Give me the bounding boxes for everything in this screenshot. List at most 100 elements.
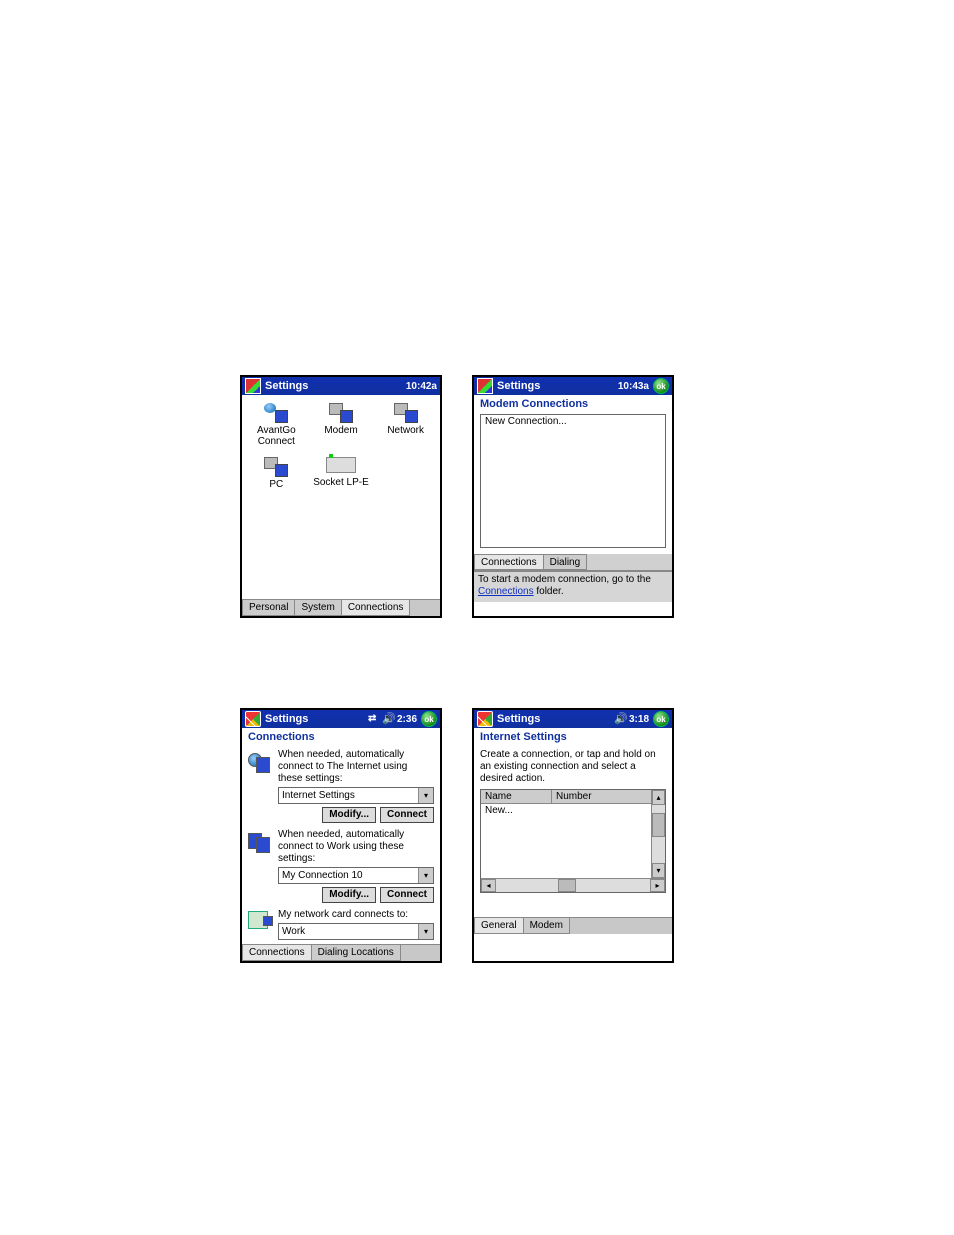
work-settings-value: My Connection 10 [279,870,418,882]
scroll-track[interactable] [496,879,650,892]
speaker-icon[interactable]: 🔊 [382,713,394,725]
column-name[interactable]: Name [481,790,552,803]
scroll-down-button[interactable] [652,863,665,878]
card-text: My network card connects to: [278,909,434,921]
start-icon[interactable] [245,711,261,727]
section-header: Internet Settings [474,728,672,747]
work-settings-dropdown[interactable]: My Connection 10 [278,867,434,884]
internet-settings-value: Internet Settings [279,790,418,802]
app-label: Socket LP-E [313,477,369,488]
start-icon[interactable] [245,378,261,394]
window-title: Settings [265,380,406,392]
section-header: Modem Connections [474,395,672,414]
dropdown-arrow-icon[interactable] [418,868,433,883]
app-label: PC [269,479,283,490]
internet-icon [248,751,272,773]
internet-connect-button[interactable]: Connect [380,807,434,823]
start-icon[interactable] [477,378,493,394]
settings-connections-grid-screen: Settings 10:42a AvantGo Connect Modem [240,375,442,618]
scroll-thumb[interactable] [558,879,576,892]
ok-button[interactable]: ok [421,711,437,727]
connections-table: Name Number New... [480,789,666,893]
scroll-up-button[interactable] [652,790,665,805]
connections-list[interactable]: New Connection... [480,414,666,548]
work-block: When needed, automatically connect to Wo… [248,829,434,903]
internet-settings-screen: Settings 🔊 3:18 ok Internet Settings Cre… [472,708,674,963]
title-bar: Settings 🔊 3:18 ok [474,710,672,728]
app-label: Network [387,425,424,436]
section-header: Connections [242,728,440,747]
ok-button[interactable]: ok [653,711,669,727]
connections-settings-screen: Settings ⇄ 🔊 2:36 ok Connections When ne… [240,708,442,963]
app-pc[interactable]: PC [244,453,309,496]
cell-name: New... [481,804,551,817]
window-title: Settings [265,713,368,725]
app-modem[interactable]: Modem [309,399,374,453]
internet-block: When needed, automatically connect to Th… [248,749,434,823]
internet-modify-button[interactable]: Modify... [322,807,376,823]
column-number[interactable]: Number [552,790,665,803]
tab-personal[interactable]: Personal [242,600,295,616]
table-row[interactable]: New... [481,804,665,817]
app-label: AvantGo Connect [244,425,309,447]
app-socket-lpe[interactable]: Socket LP-E [309,453,374,496]
bottom-tabs: Personal System Connections [242,599,440,616]
window-title: Settings [497,380,618,392]
bottom-tabs: General Modem [474,917,672,934]
ok-button[interactable]: ok [653,378,669,394]
tab-connections[interactable]: Connections [242,945,312,961]
speaker-icon[interactable]: 🔊 [614,713,626,725]
card-icon [326,457,356,473]
tab-dialing[interactable]: Dialing [543,554,588,570]
clock-text: 3:18 [629,714,649,725]
horizontal-scrollbar[interactable] [481,878,665,892]
clock-text: 2:36 [397,714,417,725]
window-title: Settings [497,713,614,725]
clock-text: 10:42a [406,381,437,392]
pc-icon [264,457,288,477]
dropdown-arrow-icon[interactable] [418,788,433,803]
network-icon [394,403,418,423]
scroll-thumb[interactable] [652,813,665,837]
internet-text: When needed, automatically connect to Th… [278,749,434,785]
list-item-new-connection[interactable]: New Connection... [481,415,665,428]
table-header: Name Number [481,790,665,804]
work-icon [248,831,272,853]
vertical-scrollbar[interactable] [651,790,665,878]
app-avantgo-connect[interactable]: AvantGo Connect [244,399,309,453]
tab-connections[interactable]: Connections [474,554,544,570]
tab-connections[interactable]: Connections [341,600,411,616]
tab-general[interactable]: General [474,918,524,934]
network-card-icon [248,911,272,929]
network-card-block: My network card connects to: Work [248,909,434,940]
app-network[interactable]: Network [373,399,438,453]
avantgo-icon [264,403,288,423]
modem-connections-screen: Settings 10:43a ok Modem Connections New… [472,375,674,618]
bottom-tabs: Connections Dialing Locations [242,944,440,961]
app-label: Modem [324,425,357,436]
work-connect-button[interactable]: Connect [380,887,434,903]
title-bar: Settings ⇄ 🔊 2:36 ok [242,710,440,728]
tab-dialing-locations[interactable]: Dialing Locations [311,945,401,961]
title-bar: Settings 10:43a ok [474,377,672,395]
work-text: When needed, automatically connect to Wo… [278,829,434,865]
internet-settings-dropdown[interactable]: Internet Settings [278,787,434,804]
tab-modem[interactable]: Modem [523,918,570,934]
hint-text: Create a connection, or tap and hold on … [480,749,666,785]
modem-icon [329,403,353,423]
scroll-right-button[interactable] [650,879,665,892]
connections-icon-grid: AvantGo Connect Modem Network PC [242,395,440,599]
work-modify-button[interactable]: Modify... [322,887,376,903]
tip-link-connections[interactable]: Connections [478,586,534,597]
connectivity-icon[interactable]: ⇄ [368,713,380,725]
dropdown-arrow-icon[interactable] [418,924,433,939]
tabs: Connections Dialing [474,554,672,571]
card-connects-dropdown[interactable]: Work [278,923,434,940]
tab-system[interactable]: System [294,600,341,616]
scroll-left-button[interactable] [481,879,496,892]
tip-suffix: folder. [534,586,564,597]
card-connects-value: Work [279,926,418,938]
start-icon[interactable] [477,711,493,727]
title-bar: Settings 10:42a [242,377,440,395]
clock-text: 10:43a [618,381,649,392]
